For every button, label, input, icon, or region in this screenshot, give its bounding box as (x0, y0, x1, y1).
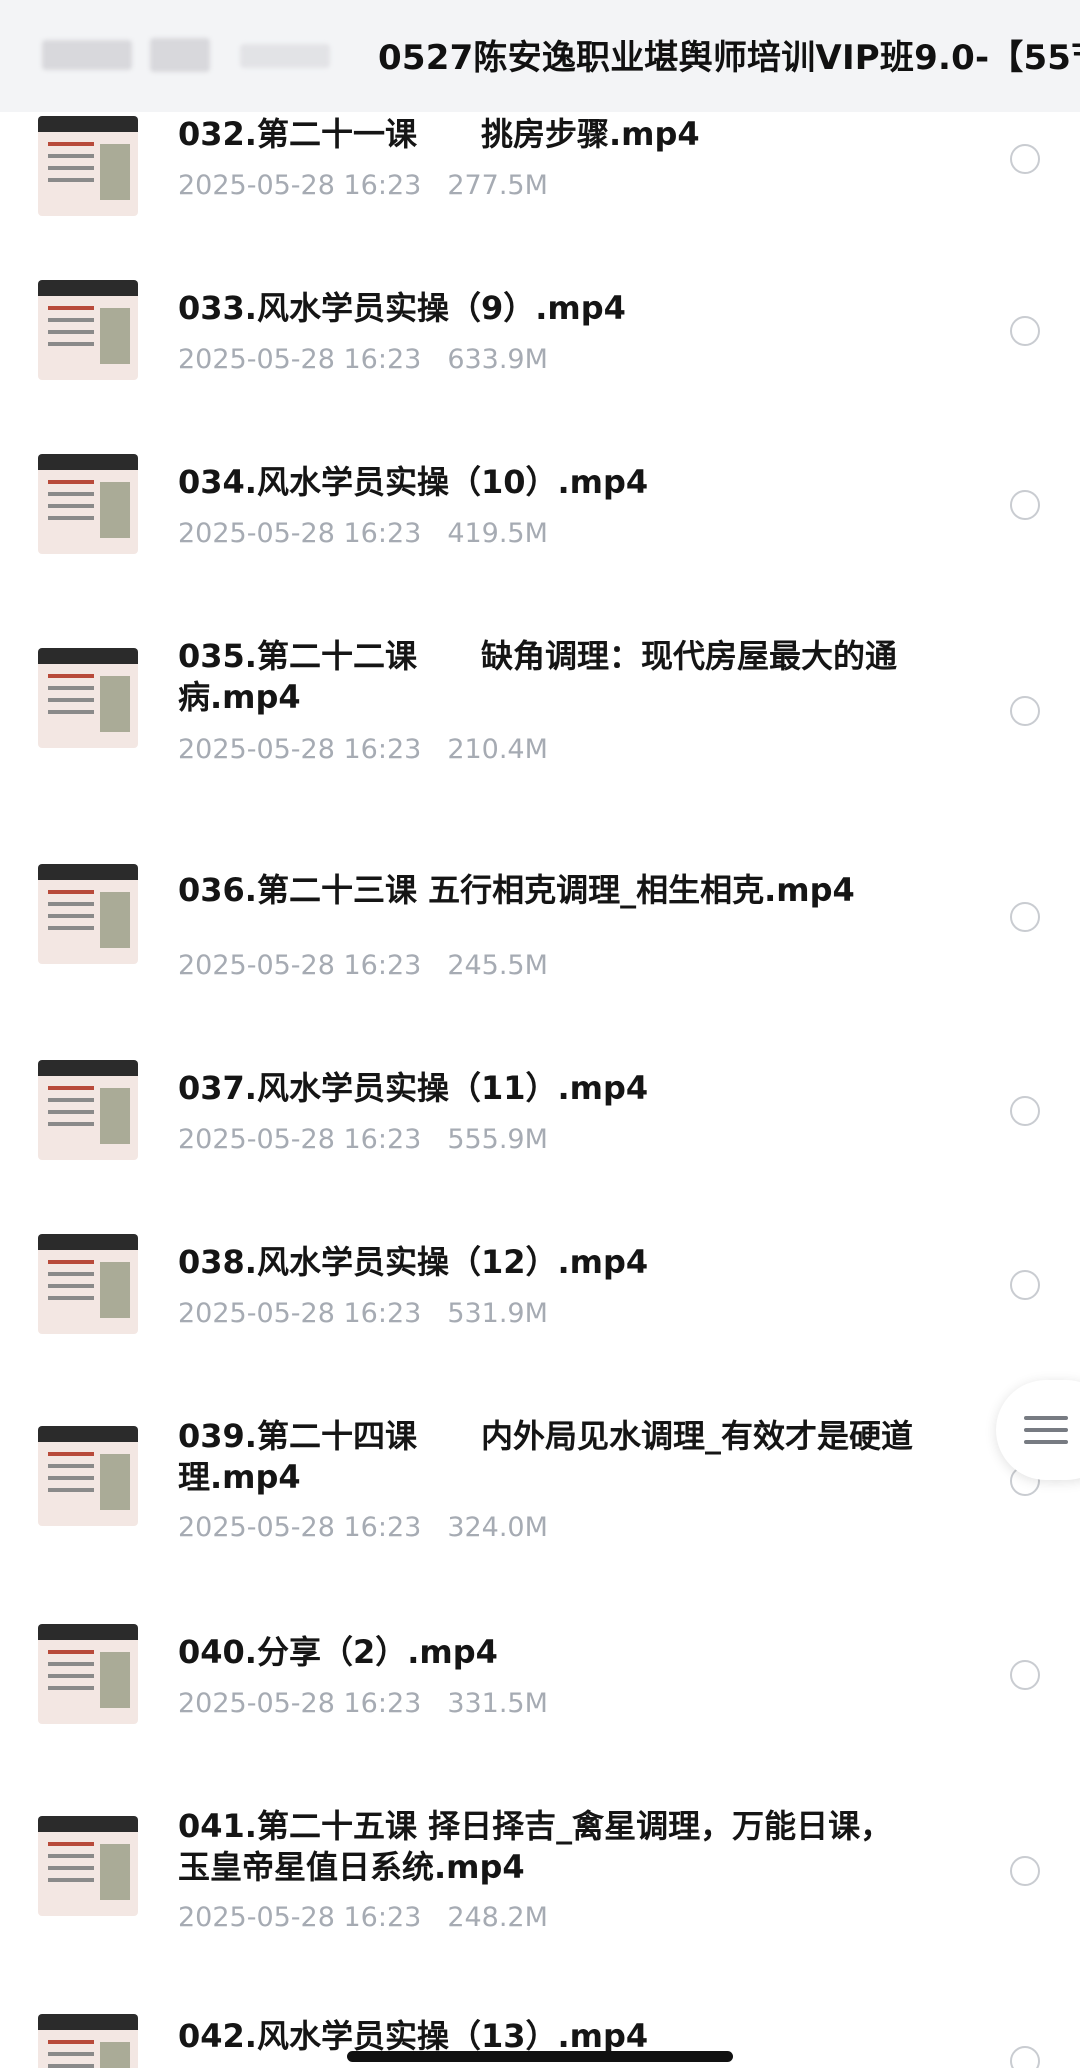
file-size: 324.0M (447, 1512, 548, 1543)
blurred-path-segment (150, 38, 210, 72)
radio-circle-icon[interactable] (1010, 1270, 1040, 1300)
video-thumbnail-icon (38, 1816, 138, 1916)
file-date: 2025-05-28 16:23 (178, 1902, 422, 1933)
video-thumbnail-icon (38, 2014, 138, 2068)
blurred-back-region[interactable] (42, 40, 132, 70)
file-title: 032.第二十一课 挑房步骤.mp4 (178, 115, 700, 153)
file-title: 033.风水学员实操（9）.mp4 (178, 289, 626, 327)
hamburger-menu-icon (1024, 1416, 1068, 1420)
file-meta: 2025-05-28 16:23 555.9M (178, 1124, 548, 1155)
video-thumbnail-icon (38, 864, 138, 964)
file-size: 531.9M (447, 1298, 548, 1329)
file-date: 2025-05-28 16:23 (178, 344, 422, 375)
file-date: 2025-05-28 16:23 (178, 1688, 422, 1719)
file-date: 2025-05-28 16:23 (178, 950, 422, 981)
file-meta: 2025-05-28 16:23 531.9M (178, 1298, 548, 1329)
file-date: 2025-05-28 16:23 (178, 170, 422, 201)
video-thumbnail-icon (38, 116, 138, 216)
file-meta: 2025-05-28 16:23 277.5M (178, 170, 548, 201)
file-size: 210.4M (447, 734, 548, 765)
video-thumbnail-icon (38, 280, 138, 380)
file-meta: 2025-05-28 16:23 210.4M (178, 734, 548, 765)
file-row[interactable]: 032.第二十一课 挑房步骤.mp4 2025-05-28 16:23 277.5… (0, 112, 1080, 238)
file-size: 248.2M (447, 1902, 548, 1933)
file-title: 040.分享（2）.mp4 (178, 1633, 498, 1671)
file-date: 2025-05-28 16:23 (178, 1124, 422, 1155)
file-meta: 2025-05-28 16:23 248.2M (178, 1902, 548, 1933)
radio-circle-icon[interactable] (1010, 144, 1040, 174)
blurred-path-segment (240, 44, 330, 68)
video-thumbnail-icon (38, 1234, 138, 1334)
file-row[interactable]: 040.分享（2）.mp4 2025-05-28 16:23 331.5M (0, 1620, 1080, 1740)
radio-circle-icon[interactable] (1010, 902, 1040, 932)
file-title: 041.第二十五课 择日择吉_禽星调理，万能日课，玉皇帝星值日系统.mp4 (178, 1807, 893, 1886)
file-meta: 2025-05-28 16:23 324.0M (178, 1512, 548, 1543)
radio-circle-icon[interactable] (1010, 1096, 1040, 1126)
file-size: 633.9M (447, 344, 548, 375)
file-title: 036.第二十三课 五行相克调理_相生相克.mp4 (178, 871, 855, 909)
file-row[interactable]: 033.风水学员实操（9）.mp4 2025-05-28 16:23 633.9M (0, 270, 1080, 390)
file-meta: 2025-05-28 16:23 245.5M (178, 950, 548, 981)
file-row[interactable]: 035.第二十二课 缺角调理：现代房屋最大的通病.mp4 2025-05-28 … (0, 630, 1080, 780)
video-thumbnail-icon (38, 1060, 138, 1160)
radio-circle-icon[interactable] (1010, 2046, 1040, 2068)
video-thumbnail-icon (38, 1426, 138, 1526)
file-size: 331.5M (447, 1688, 548, 1719)
file-date: 2025-05-28 16:23 (178, 518, 422, 549)
file-row[interactable]: 036.第二十三课 五行相克调理_相生相克.mp4 2025-05-28 16:… (0, 860, 1080, 990)
file-title: 038.风水学员实操（12）.mp4 (178, 1243, 649, 1281)
file-date: 2025-05-28 16:23 (178, 1512, 422, 1543)
radio-circle-icon[interactable] (1010, 1660, 1040, 1690)
hamburger-menu-icon (1024, 1428, 1068, 1432)
file-title: 035.第二十二课 缺角调理：现代房屋最大的通病.mp4 (178, 637, 897, 716)
file-title: 037.风水学员实操（11）.mp4 (178, 1069, 649, 1107)
file-row[interactable]: 037.风水学员实操（11）.mp4 2025-05-28 16:23 555.9… (0, 1056, 1080, 1176)
radio-circle-icon[interactable] (1010, 696, 1040, 726)
radio-circle-icon[interactable] (1010, 490, 1040, 520)
file-size: 245.5M (447, 950, 548, 981)
home-indicator[interactable] (347, 2051, 733, 2062)
file-size: 277.5M (447, 170, 548, 201)
file-title: 039.第二十四课 内外局见水调理_有效才是硬道理.mp4 (178, 1417, 913, 1496)
file-meta: 2025-05-28 16:23 419.5M (178, 518, 548, 549)
video-thumbnail-icon (38, 1624, 138, 1724)
file-title: 034.风水学员实操（10）.mp4 (178, 463, 649, 501)
video-thumbnail-icon (38, 454, 138, 554)
file-meta: 2025-05-28 16:23 633.9M (178, 344, 548, 375)
top-bar: 0527陈安逸职业堪舆师培训VIP班9.0-【55节 (0, 0, 1080, 112)
file-row[interactable]: 039.第二十四课 内外局见水调理_有效才是硬道理.mp4 2025-05-28… (0, 1416, 1080, 1566)
file-size: 555.9M (447, 1124, 548, 1155)
file-meta: 2025-05-28 16:23 331.5M (178, 1688, 548, 1719)
file-row[interactable]: 034.风水学员实操（10）.mp4 2025-05-28 16:23 419.5… (0, 444, 1080, 564)
radio-circle-icon[interactable] (1010, 316, 1040, 346)
file-date: 2025-05-28 16:23 (178, 734, 422, 765)
radio-circle-icon[interactable] (1010, 1856, 1040, 1886)
file-row[interactable]: 041.第二十五课 择日择吉_禽星调理，万能日课，玉皇帝星值日系统.mp4 20… (0, 1800, 1080, 1950)
file-size: 419.5M (447, 518, 548, 549)
hamburger-menu-icon (1024, 1440, 1068, 1444)
video-thumbnail-icon (38, 648, 138, 748)
file-date: 2025-05-28 16:23 (178, 1298, 422, 1329)
file-row[interactable]: 038.风水学员实操（12）.mp4 2025-05-28 16:23 531.9… (0, 1230, 1080, 1350)
folder-title: 0527陈安逸职业堪舆师培训VIP班9.0-【55节 (378, 38, 1080, 78)
